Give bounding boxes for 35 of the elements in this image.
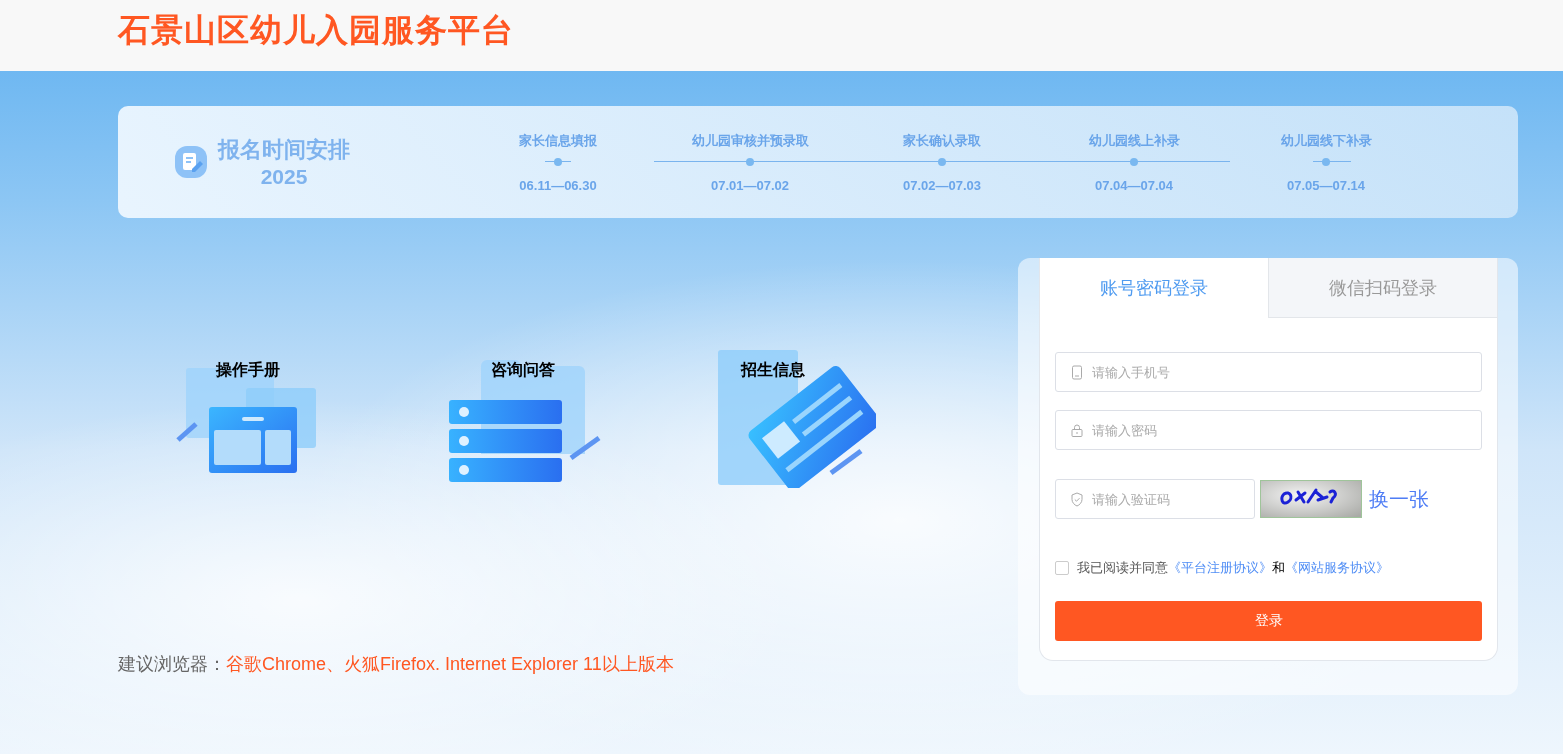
agreement-text: 和: [1272, 559, 1285, 577]
agreement-link[interactable]: 《网站服务协议》: [1285, 559, 1389, 577]
step-date: 07.04—07.04: [1094, 177, 1174, 193]
login-button[interactable]: 登录: [1055, 601, 1482, 641]
timeline-dot: [1130, 157, 1138, 166]
step-label: 家长信息填报: [519, 131, 597, 150]
quick-link[interactable]: 操作手册: [216, 360, 280, 381]
agreement-checkbox[interactable]: [1055, 561, 1069, 575]
input-field[interactable]: 请输入手机号: [1055, 352, 1482, 392]
refresh-captcha-link[interactable]: 换一张: [1369, 485, 1429, 513]
step-date: 06.11—06.30: [519, 177, 597, 193]
step-label: 家长确认录取: [903, 131, 981, 150]
login-tab[interactable]: 微信扫码登录: [1268, 258, 1497, 318]
schedule-title: 报名时间安排: [218, 136, 350, 164]
step-label: 幼儿园审核并预录取: [691, 131, 809, 150]
input-field[interactable]: 请输入验证码: [1055, 479, 1255, 519]
input-field[interactable]: 请输入密码: [1055, 410, 1482, 450]
step-date: 07.02—07.03: [902, 177, 982, 193]
timeline-dot: [938, 157, 946, 166]
timeline-dot: [746, 157, 754, 166]
timeline-dot: [554, 157, 562, 166]
browser-note-label: 建议浏览器：: [118, 654, 226, 674]
quick-link[interactable]: 招生信息: [741, 360, 805, 381]
step-date: 07.05—07.14: [1286, 177, 1366, 193]
timeline-dot: [1322, 157, 1330, 166]
site-title: 石景山区幼儿入园服务平台: [118, 10, 514, 50]
quick-link[interactable]: 咨询问答: [491, 360, 555, 381]
step-label: 幼儿园线上补录: [1088, 131, 1180, 150]
step-label: 幼儿园线下补录: [1280, 131, 1372, 150]
agreement-link[interactable]: 《平台注册协议》: [1168, 559, 1272, 577]
form-edit-icon: [172, 144, 210, 180]
browser-note-value: 谷歌Chrome、火狐Firefox. Internet Explorer 11以上版本: [226, 654, 674, 674]
agreement-text: 我已阅读并同意: [1077, 559, 1168, 577]
schedule-year: 2025: [260, 165, 308, 189]
step-date: 07.01—07.02: [710, 177, 790, 193]
